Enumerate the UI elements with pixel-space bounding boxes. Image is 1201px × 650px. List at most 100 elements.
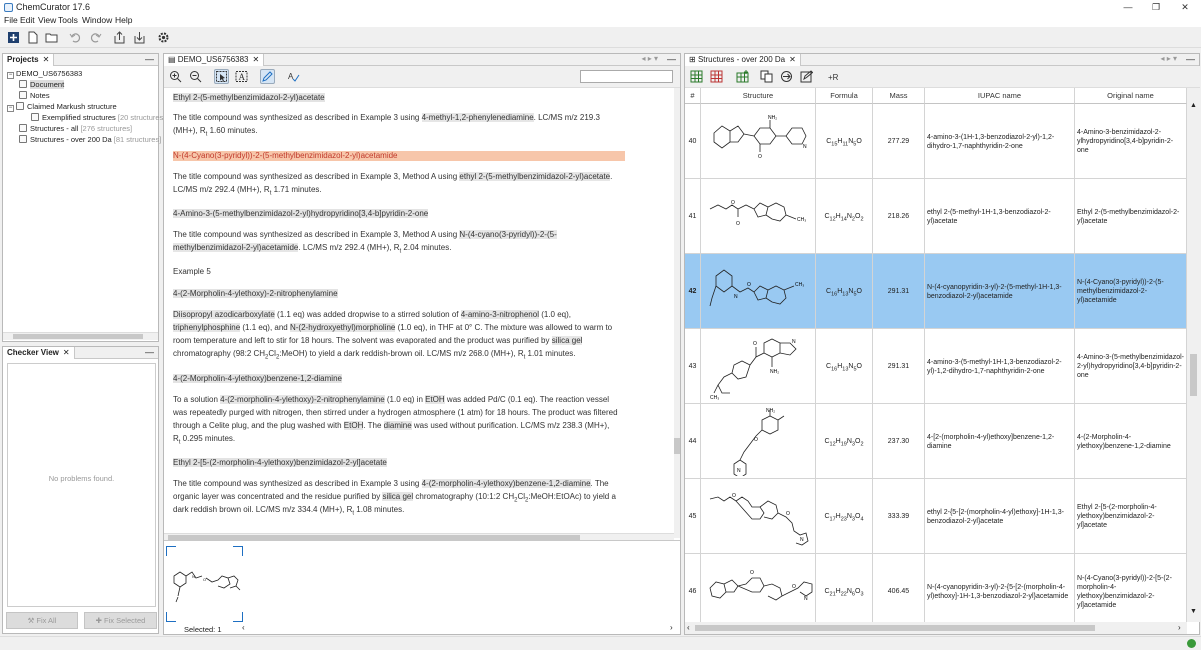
document-line[interactable]: Example 5 (173, 267, 211, 277)
column-header-original-name[interactable]: Original name (1075, 88, 1187, 104)
tab-structures-over-200[interactable]: ⊞ Structures - over 200 Da ✕ (685, 54, 801, 66)
structure-cell[interactable]: NH₂ O N (701, 404, 816, 479)
undo-button[interactable] (68, 30, 83, 45)
chemical-name[interactable]: silica gel (382, 492, 414, 501)
document-vscroll[interactable] (674, 88, 680, 538)
preview-scroll-left[interactable]: ‹ (242, 623, 245, 632)
document-line[interactable]: room temperature and left to stir for 18… (173, 336, 583, 346)
preview-scroll-right[interactable]: › (670, 623, 673, 632)
select-text-button[interactable]: A (234, 69, 249, 84)
scroll-down-icon[interactable]: ▼ (1190, 608, 1197, 615)
delete-grid-button[interactable] (709, 69, 724, 84)
tab-scroll-arrows[interactable]: ◂ ▸ ▾ (642, 54, 659, 63)
zoom-in-button[interactable] (168, 69, 183, 84)
compound-title-selected[interactable]: N-(4-Cyano(3-pyridyl))-2-(5-methylbenzim… (173, 151, 625, 161)
table-row[interactable]: 43 O N NH₂ CH₃ C16H13N5O 291.31 4-amino-3-(5-me… (685, 329, 1187, 404)
document-line[interactable]: through a Celite plug, and the plug wash… (173, 421, 609, 431)
annotate-button[interactable] (260, 69, 275, 84)
new-project-button[interactable] (6, 30, 21, 45)
compound-title[interactable]: 4-(2-Morpholin-4-ylethoxy)benzene-1,2-di… (173, 374, 342, 384)
chemical-name[interactable]: EtOH (425, 395, 445, 404)
table-row[interactable]: 41 O O CH₃ C12H14N2O2 218.26 ethyl 2-(5-methyl… (685, 179, 1187, 254)
minimize-button[interactable]: — (1115, 0, 1141, 14)
close-window-button[interactable]: ✕ (1172, 0, 1198, 14)
settings-button[interactable] (156, 30, 171, 45)
chemical-name[interactable]: 4-amino-3-nitrophenol (460, 310, 539, 319)
copy-structure-button[interactable] (759, 69, 774, 84)
tab-document[interactable]: ▤ DEMO_US6756383 ✕ (164, 54, 265, 66)
compound-title[interactable]: Ethyl 2-[5-(2-morpholin-4-ylethoxy)benzi… (173, 458, 387, 468)
structure-cell[interactable]: O N NH₂ CH₃ (701, 329, 816, 404)
scroll-right-icon[interactable]: › (1178, 623, 1181, 632)
document-line[interactable]: The title compound was synthesized as de… (173, 113, 600, 123)
menu-edit[interactable]: Edit (20, 15, 35, 25)
document-line[interactable]: (MH+), Rt 1.60 minutes. (173, 126, 258, 140)
minimize-panel-icon[interactable]: — (145, 54, 154, 65)
document-line[interactable]: organic layer was concentrated and the r… (173, 492, 616, 506)
structure-cell[interactable]: O O CH₃ (701, 179, 816, 254)
new-document-button[interactable] (25, 30, 40, 45)
scroll-thumb[interactable] (1190, 354, 1197, 396)
projects-hscroll[interactable] (3, 332, 158, 340)
chemical-name[interactable]: diamine (383, 421, 412, 430)
chemical-name[interactable]: 4-(2-morpholin-4-ylethoxy)benzene-1,2-di… (421, 479, 591, 488)
chemical-name[interactable]: silica gel (551, 336, 583, 345)
close-icon[interactable]: ✕ (43, 55, 50, 64)
document-line[interactable]: LC/MS m/z 292.4 (MH+), Rt 1.71 minutes. (173, 185, 322, 199)
document-line[interactable]: To a solution 4-(2-morpholin-4-ylethoxy)… (173, 395, 609, 405)
fix-all-button[interactable]: ⚒ Fix All (6, 612, 78, 629)
structures-hscroll[interactable]: ‹ › (685, 622, 1187, 634)
column-header-formula[interactable]: Formula (816, 88, 873, 104)
minimize-panel-icon[interactable]: — (1186, 54, 1195, 65)
document-search-input[interactable] (580, 70, 673, 83)
tab-checker-view[interactable]: Checker View ✕ (3, 347, 75, 359)
document-line[interactable]: dark reddish brown oil. LC/MS m/z 334.4 … (173, 505, 404, 519)
document-line[interactable]: chromatography (98:2 CH2Cl2:MeOH) to yie… (173, 349, 576, 363)
scroll-left-icon[interactable]: ‹ (687, 623, 690, 632)
minimize-panel-icon[interactable]: — (145, 347, 154, 358)
document-line[interactable]: The title compound was synthesized as de… (173, 230, 557, 240)
maximize-button[interactable]: ❐ (1143, 0, 1169, 14)
tab-scroll-arrows[interactable]: ◂ ▸ ▾ (1161, 54, 1178, 63)
spellcheck-button[interactable]: A (286, 69, 301, 84)
close-icon[interactable]: ✕ (253, 55, 260, 64)
scroll-thumb[interactable] (13, 334, 143, 339)
export-button[interactable] (112, 30, 127, 45)
menu-help[interactable]: Help (115, 15, 132, 25)
grid-view-button[interactable] (689, 69, 704, 84)
document-text-area[interactable]: Ethyl 2-(5-methylbenzimidazol-2-yl)aceta… (164, 88, 674, 538)
scroll-up-icon[interactable]: ▲ (1190, 102, 1197, 109)
chemical-name[interactable]: N-(4-cyano(3-pyridyl))-2-(5- (459, 230, 557, 239)
column-header-structure[interactable]: Structure (701, 88, 816, 104)
tree-item-markush[interactable]: − Claimed Markush structure (7, 101, 117, 112)
open-folder-button[interactable] (44, 30, 59, 45)
tree-item-exemplified[interactable]: Exemplified structures [20 structures] (31, 112, 165, 123)
column-header-mass[interactable]: Mass (873, 88, 925, 104)
table-row[interactable]: 45 O O N C17H23N3O4 333.39 ethyl 2-{5-[2-(morp… (685, 479, 1187, 554)
compound-title[interactable]: 4-(2-Morpholin-4-ylethoxy)-2-nitrophenyl… (173, 289, 338, 299)
collapse-icon[interactable]: − (7, 72, 14, 79)
chemical-name[interactable]: ethyl 2-(5-methylbenzimidazol-2-yl)aceta… (459, 172, 611, 181)
table-row[interactable]: 42 N O CH₃ C16H13N5O 291.31 N-(4-cyanopyridin-… (685, 254, 1187, 329)
column-header-index[interactable]: # (685, 88, 701, 104)
table-row[interactable]: 44 NH₂ O N C12H19N3O2 237.30 4-[2-(morpholin-4… (685, 404, 1187, 479)
structure-cell[interactable]: NH₂ O N (701, 104, 816, 179)
tree-item-notes[interactable]: Notes (19, 90, 50, 101)
tree-item-structures-200[interactable]: Structures - over 200 Da [81 structures] (19, 134, 161, 145)
chemical-name[interactable]: N-(2-hydroxyethyl)morpholine (289, 323, 396, 332)
chemical-name[interactable]: 4-(2-morpholin-4-ylethoxy)-2-nitrophenyl… (220, 395, 385, 404)
menu-view[interactable]: View (38, 15, 56, 25)
structure-cell[interactable]: N O CH₃ (701, 254, 816, 329)
select-structure-button[interactable] (214, 69, 229, 84)
fix-selected-button[interactable]: ✚ Fix Selected (84, 612, 157, 629)
chemical-name[interactable]: triphenylphosphine (173, 323, 241, 332)
chemical-name[interactable]: 4-methyl-1,2-phenylenediamine (421, 113, 534, 122)
column-header-iupac[interactable]: IUPAC name (925, 88, 1075, 104)
close-icon[interactable]: ✕ (63, 348, 70, 357)
document-line[interactable]: methylbenzimidazol-2-yl)acetamide. LC/MS… (173, 243, 451, 257)
chemical-name[interactable]: methylbenzimidazol-2-yl)acetamide (173, 243, 299, 252)
tab-projects[interactable]: Projects ✕ (3, 54, 55, 66)
scroll-thumb[interactable] (674, 438, 680, 454)
document-line[interactable]: The title compound was synthesized as de… (173, 479, 609, 489)
menu-window[interactable]: Window (82, 15, 112, 25)
